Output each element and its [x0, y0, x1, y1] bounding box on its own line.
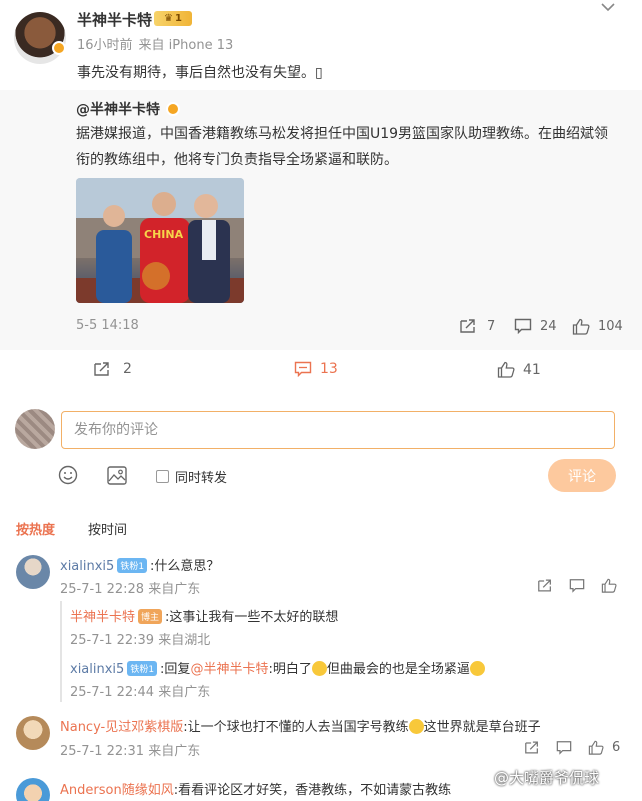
- reply-line: 半神半卡特 博主:这事让我有一些不太好的联想: [70, 606, 338, 625]
- repost-photo[interactable]: CHINA: [76, 178, 244, 303]
- comment-username[interactable]: xialinxi5: [60, 559, 114, 574]
- post-meta: 16小时前 来自 iPhone 13: [77, 34, 233, 53]
- comment-actions: [537, 578, 617, 593]
- share-icon: [94, 362, 109, 376]
- comment-line: Nancy-见过邓紫棋版:让一个球也打不懂的人去当国字号教练 这世界就是草台班子: [60, 716, 541, 735]
- fan-badge: 铁粉1: [127, 661, 158, 676]
- reply-prefix: :回复: [160, 662, 191, 677]
- comment-button[interactable]: 13: [294, 361, 338, 377]
- comment-username[interactable]: Nancy-见过邓紫棋版: [60, 720, 183, 735]
- comment-icon[interactable]: [569, 578, 585, 593]
- comment-avatar[interactable]: [16, 778, 50, 801]
- comment-icon[interactable]: [556, 740, 572, 755]
- comment-text: :什么意思？: [150, 559, 220, 574]
- reply-username[interactable]: 半神半卡特: [70, 610, 135, 625]
- crown-badge-level: 1: [175, 13, 182, 24]
- repost-time[interactable]: 5-5 14:18: [76, 318, 139, 333]
- thumbs-up-icon[interactable]: [588, 740, 604, 755]
- post-text: 事先没有期待，事后自然也没有失望。▯: [77, 65, 323, 81]
- repost-author-name[interactable]: @半神半卡特: [76, 99, 160, 119]
- tab-sort-time[interactable]: 按时间: [88, 519, 127, 538]
- reply-time: 25-7-1 22:44 来自广东: [70, 685, 211, 700]
- comment-avatar[interactable]: [16, 716, 50, 750]
- repost-repost-button[interactable]: 7: [459, 318, 495, 334]
- fan-badge: 铁粉1: [117, 558, 148, 573]
- like-button[interactable]: 41: [497, 361, 541, 378]
- comment-line: Anderson随缘如风:看看评论区才好笑，香港教练，不如请蒙古教练: [60, 779, 451, 798]
- like-count: 41: [523, 361, 541, 378]
- repost-button[interactable]: 2: [93, 361, 132, 377]
- repost-body: 据港媒报道，中国香港籍教练马松发将担任中国U19男篮国家队助理教练。在曲绍斌领衔…: [76, 126, 609, 168]
- reply-text: 但曲最会的也是全场紧逼: [326, 662, 470, 677]
- comment-time: 25-7-1 22:31 来自广东: [60, 744, 201, 759]
- repost-comment-button[interactable]: 24: [514, 318, 557, 334]
- post-time[interactable]: 16小时前: [77, 34, 133, 53]
- image-icon[interactable]: [107, 466, 127, 485]
- reply-text: :明白了: [268, 662, 312, 677]
- share-icon[interactable]: [537, 578, 553, 593]
- reply-username[interactable]: xialinxi5: [70, 662, 124, 677]
- author-name[interactable]: 半神半卡特: [77, 9, 152, 30]
- comment-text: :让一个球也打不懂的人去当国字号教练: [183, 720, 409, 735]
- laugh-emoji-icon: [311, 661, 327, 676]
- repost-author[interactable]: @半神半卡特: [76, 99, 180, 119]
- photo-jersey-text: CHINA: [144, 228, 184, 241]
- post-source: 来自 iPhone 13: [138, 38, 234, 53]
- laugh-emoji-icon: [469, 661, 485, 676]
- repost-like-count: 104: [598, 319, 623, 334]
- comment-line: xialinxi5 铁粉1:什么意思？: [60, 555, 219, 574]
- comment-actions: 6: [524, 740, 620, 755]
- current-user-avatar: [15, 409, 55, 449]
- comment-icon: [294, 361, 312, 377]
- thumbs-up-icon: [497, 361, 515, 378]
- verified-icon: [52, 41, 66, 55]
- chevron-down-icon[interactable]: [598, 0, 618, 14]
- comment-username[interactable]: Anderson随缘如风: [60, 783, 174, 798]
- repost-comment-count: 24: [540, 318, 557, 334]
- emoji-icon[interactable]: [58, 465, 78, 485]
- crown-badge-icon[interactable]: ♛ 1: [154, 11, 192, 26]
- share-icon: [460, 319, 475, 333]
- reply-time: 25-7-1 22:39 来自湖北: [70, 633, 211, 648]
- comment-icon: [514, 318, 532, 334]
- tab-sort-hot[interactable]: 按热度: [16, 519, 55, 538]
- reply-mention[interactable]: @半神半卡特: [190, 662, 268, 677]
- reply-text: :这事让我有一些不太好的联想: [165, 610, 339, 625]
- comment-count: 13: [320, 361, 338, 377]
- watermark: @大嘴爵爷侃球: [494, 769, 600, 787]
- share-icon[interactable]: [524, 740, 540, 755]
- also-repost-label: 同时转发: [175, 471, 228, 486]
- thumbs-up-icon[interactable]: [601, 578, 617, 593]
- comment-input[interactable]: 发布你的评论: [61, 411, 615, 449]
- repost-like-button[interactable]: 104: [572, 318, 623, 335]
- comment-text: 这世界就是草台班子: [423, 720, 541, 735]
- author-avatar[interactable]: [14, 12, 66, 64]
- repost-repost-count: 7: [487, 318, 496, 334]
- repost-count: 2: [123, 361, 132, 377]
- comment-avatar[interactable]: [16, 555, 50, 589]
- also-repost-checkbox[interactable]: [156, 470, 169, 483]
- also-repost-option[interactable]: 同时转发: [156, 467, 227, 486]
- smile-emoji-icon: [408, 719, 424, 734]
- submit-comment-button[interactable]: 评论: [548, 459, 616, 492]
- comment-time: 25-7-1 22:28 来自广东: [60, 582, 201, 597]
- reply-line: xialinxi5 铁粉1:回复@半神半卡特:明白了 但曲最会的也是全场紧逼: [70, 658, 485, 677]
- author-badge: 博主: [138, 609, 163, 624]
- thumbs-up-icon: [572, 318, 590, 335]
- verified-icon: [166, 102, 180, 116]
- comment-text: :看看评论区才好笑，香港教练，不如请蒙古教练: [173, 783, 452, 798]
- comment-like-count: 6: [612, 740, 621, 755]
